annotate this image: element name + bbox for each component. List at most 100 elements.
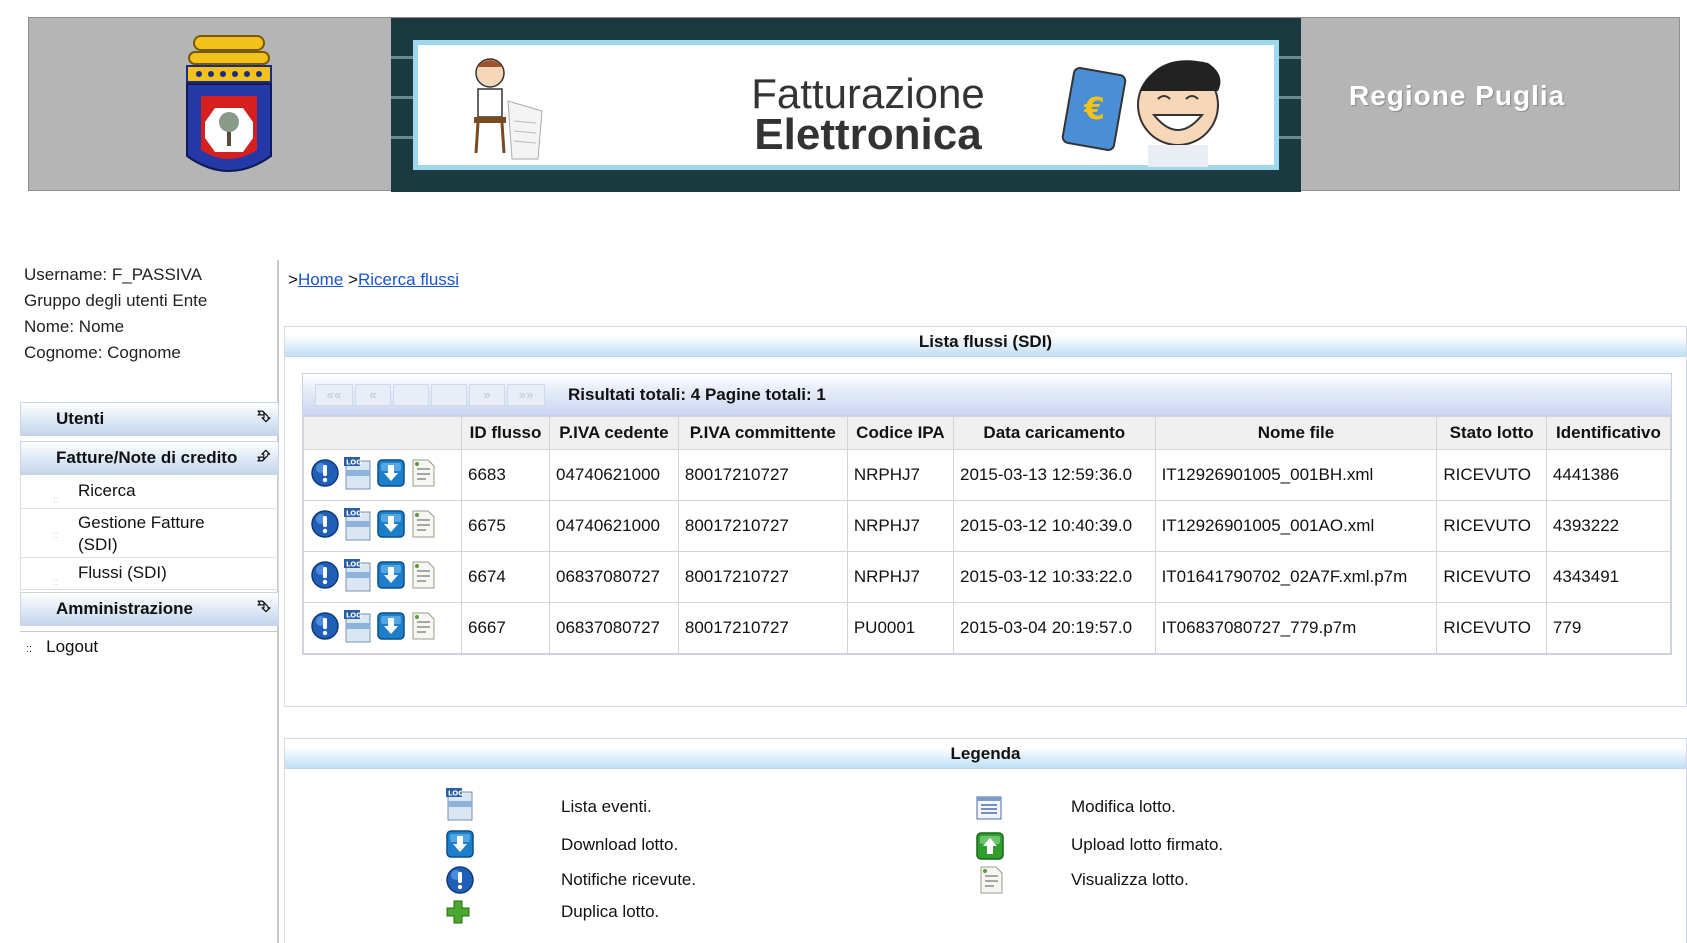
- download-icon[interactable]: [376, 458, 406, 493]
- log-icon[interactable]: LOG: [343, 507, 373, 546]
- menu-fatture-label: Fatture/Note di credito: [56, 448, 238, 467]
- pager-page-slot: [431, 384, 467, 406]
- duplicate-icon: [445, 899, 471, 930]
- legend-upload: Upload lotto firmato.: [1071, 835, 1224, 854]
- notification-icon: [445, 865, 475, 900]
- menu-fatture[interactable]: Fatture/Note di credito ⮵: [20, 441, 279, 475]
- chevron-down-icon: ⮷: [257, 409, 270, 426]
- happy-man-illustration: €: [1061, 60, 1221, 167]
- legend-modifica: Modifica lotto.: [1071, 797, 1176, 816]
- region-name: Regione Puglia: [1349, 80, 1566, 111]
- column-header: Nome file: [1154, 416, 1438, 450]
- column-header: P.IVA committente: [677, 416, 848, 450]
- legend-visualizza: Visualizza lotto.: [1071, 870, 1189, 889]
- breadcrumb-ricerca-flussi-link[interactable]: Ricerca flussi: [358, 270, 459, 289]
- log-icon[interactable]: LOG: [343, 456, 373, 495]
- user-group-label: Gruppo degli utenti Ente: [24, 291, 208, 310]
- view-icon[interactable]: [409, 560, 437, 595]
- log-icon[interactable]: LOG: [343, 609, 373, 648]
- list-panel: Lista flussi (SDI) «« « » »» Risultati t…: [284, 326, 1687, 707]
- notification-icon[interactable]: [310, 611, 340, 646]
- svg-text:€: €: [1083, 92, 1105, 127]
- table-cell: 6674: [461, 551, 550, 603]
- table-cell: 04740621000: [549, 500, 679, 552]
- table-row: LOG 6674 06837080727 80017210727 NRPHJ7 2015-…: [303, 551, 1672, 603]
- list-panel-title: Lista flussi (SDI): [285, 327, 1686, 357]
- svg-text:LOG: LOG: [346, 611, 362, 619]
- user-cognome-label: Cognome: Cognome: [24, 343, 181, 362]
- svg-text:LOG: LOG: [346, 458, 362, 466]
- table-cell: NRPHJ7: [846, 449, 955, 501]
- legend-notifiche: Notifiche ricevute.: [561, 870, 697, 889]
- chevron-down-icon: ⮷: [257, 599, 270, 616]
- table-cell: 80017210727: [677, 500, 848, 552]
- pager-bar: «« « » »» Risultati totali: 4 Pagine tot…: [303, 374, 1671, 416]
- download-icon[interactable]: [376, 509, 406, 544]
- view-icon[interactable]: [409, 611, 437, 646]
- view-icon: [977, 865, 1005, 900]
- view-icon[interactable]: [409, 509, 437, 544]
- edit-icon: [975, 795, 1003, 826]
- table-cell: 779: [1545, 602, 1672, 654]
- download-icon[interactable]: [376, 611, 406, 646]
- download-icon[interactable]: [376, 560, 406, 595]
- row-actions: LOG: [303, 500, 462, 552]
- legend-lista-eventi: Lista eventi.: [561, 797, 652, 816]
- username-label: Username: F_PASSIVA: [24, 265, 202, 284]
- log-icon: LOG: [445, 787, 475, 826]
- column-header: Codice IPA: [846, 416, 955, 450]
- pager-first-button[interactable]: ««: [315, 384, 353, 406]
- svg-text:LOG: LOG: [346, 560, 362, 568]
- pager-summary: Risultati totali: 4 Pagine totali: 1: [568, 385, 826, 404]
- pager-prev-button[interactable]: «: [355, 384, 391, 406]
- breadcrumb: >Home >Ricerca flussi: [288, 270, 460, 289]
- row-actions: LOG: [303, 449, 462, 501]
- table-cell: 06837080727: [549, 551, 679, 603]
- table-cell: 6667: [461, 602, 550, 654]
- table-cell: RICEVUTO: [1436, 602, 1547, 654]
- notification-icon[interactable]: [310, 509, 340, 544]
- table-cell: 4393222: [1545, 500, 1672, 552]
- legend-panel: Legenda LOG Lista eventi. Download lotto…: [284, 738, 1687, 943]
- log-icon[interactable]: LOG: [343, 558, 373, 597]
- table-cell: IT12926901005_001BH.xml: [1154, 449, 1438, 501]
- breadcrumb-home-link[interactable]: Home: [298, 270, 343, 289]
- row-actions: LOG: [303, 551, 462, 603]
- svg-text:LOG: LOG: [448, 790, 464, 798]
- view-icon[interactable]: [409, 458, 437, 493]
- pager-next-button[interactable]: »: [469, 384, 505, 406]
- menu-utenti[interactable]: Utenti ⮷: [20, 402, 279, 436]
- column-header: ID flusso: [461, 416, 550, 450]
- notification-icon[interactable]: [310, 560, 340, 595]
- legend-duplica: Duplica lotto.: [561, 902, 660, 921]
- logout-link[interactable]: :: Logout: [26, 637, 98, 657]
- table-cell: 80017210727: [677, 551, 848, 603]
- table-cell: 80017210727: [677, 449, 848, 501]
- download-icon: [445, 829, 475, 864]
- table-header-row: ID flusso P.IVA cedente P.IVA committent…: [303, 416, 1672, 450]
- header-banner: Fatturazione Elettronica € Regione Pugli…: [28, 17, 1680, 192]
- table-cell: RICEVUTO: [1436, 500, 1547, 552]
- sidebar-item-ricerca[interactable]: :: Ricerca: [21, 475, 278, 509]
- legend-download: Download lotto.: [561, 835, 679, 854]
- table-cell: IT01641790702_02A7F.xml.p7m: [1154, 551, 1438, 603]
- column-header: P.IVA cedente: [549, 416, 679, 450]
- table-cell: 4343491: [1545, 551, 1672, 603]
- table-cell: 06837080727: [549, 602, 679, 654]
- worried-man-illustration: [474, 58, 543, 160]
- menu-amministrazione-label: Amministrazione: [56, 599, 193, 618]
- chevron-up-icon: ⮵: [257, 448, 270, 465]
- table-cell: 80017210727: [677, 602, 848, 654]
- app-title-line2: Elettronica: [754, 110, 982, 159]
- bullet-icon: ::: [26, 643, 33, 655]
- menu-amministrazione[interactable]: Amministrazione ⮷: [20, 592, 279, 626]
- table-cell: PU0001: [846, 602, 955, 654]
- submenu-fatture: :: Ricerca :: Gestione Fatture (SDI) :: …: [20, 475, 279, 590]
- row-actions: LOG: [303, 602, 462, 654]
- app-title-line1: Fatturazione: [751, 70, 985, 117]
- pager-last-button[interactable]: »»: [507, 384, 545, 406]
- notification-icon[interactable]: [310, 458, 340, 493]
- sidebar-item-gestione-fatture[interactable]: :: Gestione Fatture (SDI): [21, 509, 278, 558]
- column-header-actions: [303, 416, 462, 450]
- sidebar-item-flussi[interactable]: :: Flussi (SDI): [21, 558, 278, 589]
